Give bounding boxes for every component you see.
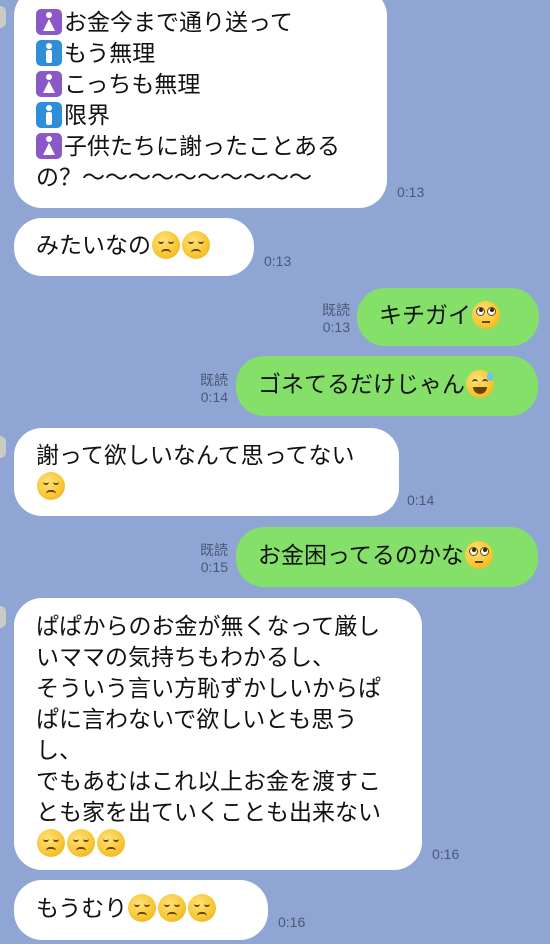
message-text: キチガイ (379, 303, 471, 329)
message-line: いママの気持ちもわかるし、 (36, 645, 335, 671)
disappointed-face-icon (152, 231, 180, 259)
message-line: そういう言い方恥ずかしいからぱ (36, 676, 381, 702)
message-bubble-incoming[interactable]: もうむり (14, 880, 268, 940)
chat-area[interactable]: お金今まで通り送って もう無理 こっちも無理 限界 子供たちに謝ったことある の… (0, 0, 550, 944)
message-bubble-outgoing[interactable]: ゴネてるだけじゃん (236, 356, 538, 416)
message-line: でもあむはこれ以上お金を渡すこ (36, 769, 381, 795)
message-bubble-incoming[interactable]: お金今まで通り送って もう無理 こっちも無理 限界 子供たちに謝ったことある の… (14, 0, 387, 208)
message-line: ぱぱからのお金が無くなって厳し (36, 614, 381, 640)
message-time: 0:14 (200, 389, 228, 405)
disappointed-face-icon (182, 231, 210, 259)
message-text: もうむり (36, 896, 128, 922)
mens-room-icon (36, 40, 62, 66)
message-time: 0:13 (397, 184, 425, 200)
message-time: 0:13 (264, 253, 292, 269)
avatar[interactable] (0, 606, 6, 628)
read-receipt: 既読 0:13 (298, 302, 350, 336)
disappointed-face-icon (128, 894, 157, 922)
disappointed-face-icon (97, 829, 125, 857)
womens-room-icon (36, 133, 62, 159)
womens-room-icon (36, 9, 62, 35)
message-text: みたいなの (36, 233, 151, 259)
disappointed-face-icon (188, 894, 217, 922)
face-with-rolling-eyes-icon (464, 541, 493, 569)
message-line: ぱに言わないで欲しいとも思う (36, 707, 358, 733)
message-line: もう無理 (64, 41, 156, 67)
message-text: 謝って欲しいなんて思ってない (36, 443, 355, 469)
womens-room-icon (36, 71, 62, 97)
face-with-rolling-eyes-icon (472, 301, 500, 329)
read-label: 既読 (322, 302, 350, 318)
mens-room-icon (36, 102, 62, 128)
read-receipt: 既読 0:14 (176, 372, 228, 406)
message-bubble-incoming[interactable]: ぱぱからのお金が無くなって厳し いママの気持ちもわかるし、 そういう言い方恥ずか… (14, 598, 422, 870)
message-text: お金困ってるのかな (258, 543, 464, 569)
grinning-face-with-sweat-icon (466, 370, 494, 398)
message-time: 0:13 (322, 319, 350, 335)
message-line: とも家を出ていくことも出来ない (36, 800, 381, 826)
message-line: の？〜〜〜〜〜〜〜〜〜〜 (36, 165, 312, 191)
read-label: 既読 (200, 542, 228, 558)
read-receipt: 既読 0:15 (176, 542, 228, 576)
message-bubble-outgoing[interactable]: キチガイ (357, 288, 539, 346)
message-line: 子供たちに謝ったことある (64, 134, 340, 160)
message-time: 0:15 (200, 559, 228, 575)
message-time: 0:16 (432, 846, 460, 862)
avatar[interactable] (0, 6, 6, 28)
disappointed-face-icon (67, 829, 95, 857)
disappointed-face-icon (37, 472, 65, 500)
disappointed-face-icon (158, 894, 187, 922)
message-time: 0:14 (407, 492, 435, 508)
message-bubble-incoming[interactable]: みたいなの (14, 218, 254, 276)
message-line: し、 (36, 738, 82, 764)
message-line: 限界 (64, 103, 110, 129)
avatar[interactable] (0, 436, 6, 458)
message-bubble-outgoing[interactable]: お金困ってるのかな (236, 527, 538, 587)
message-line: こっちも無理 (64, 72, 201, 98)
message-time: 0:16 (278, 914, 306, 930)
message-bubble-incoming[interactable]: 謝って欲しいなんて思ってない (14, 428, 399, 516)
read-label: 既読 (200, 372, 228, 388)
disappointed-face-icon (37, 829, 65, 857)
message-text: ゴネてるだけじゃん (258, 372, 465, 398)
message-line: お金今まで通り送って (64, 10, 293, 36)
